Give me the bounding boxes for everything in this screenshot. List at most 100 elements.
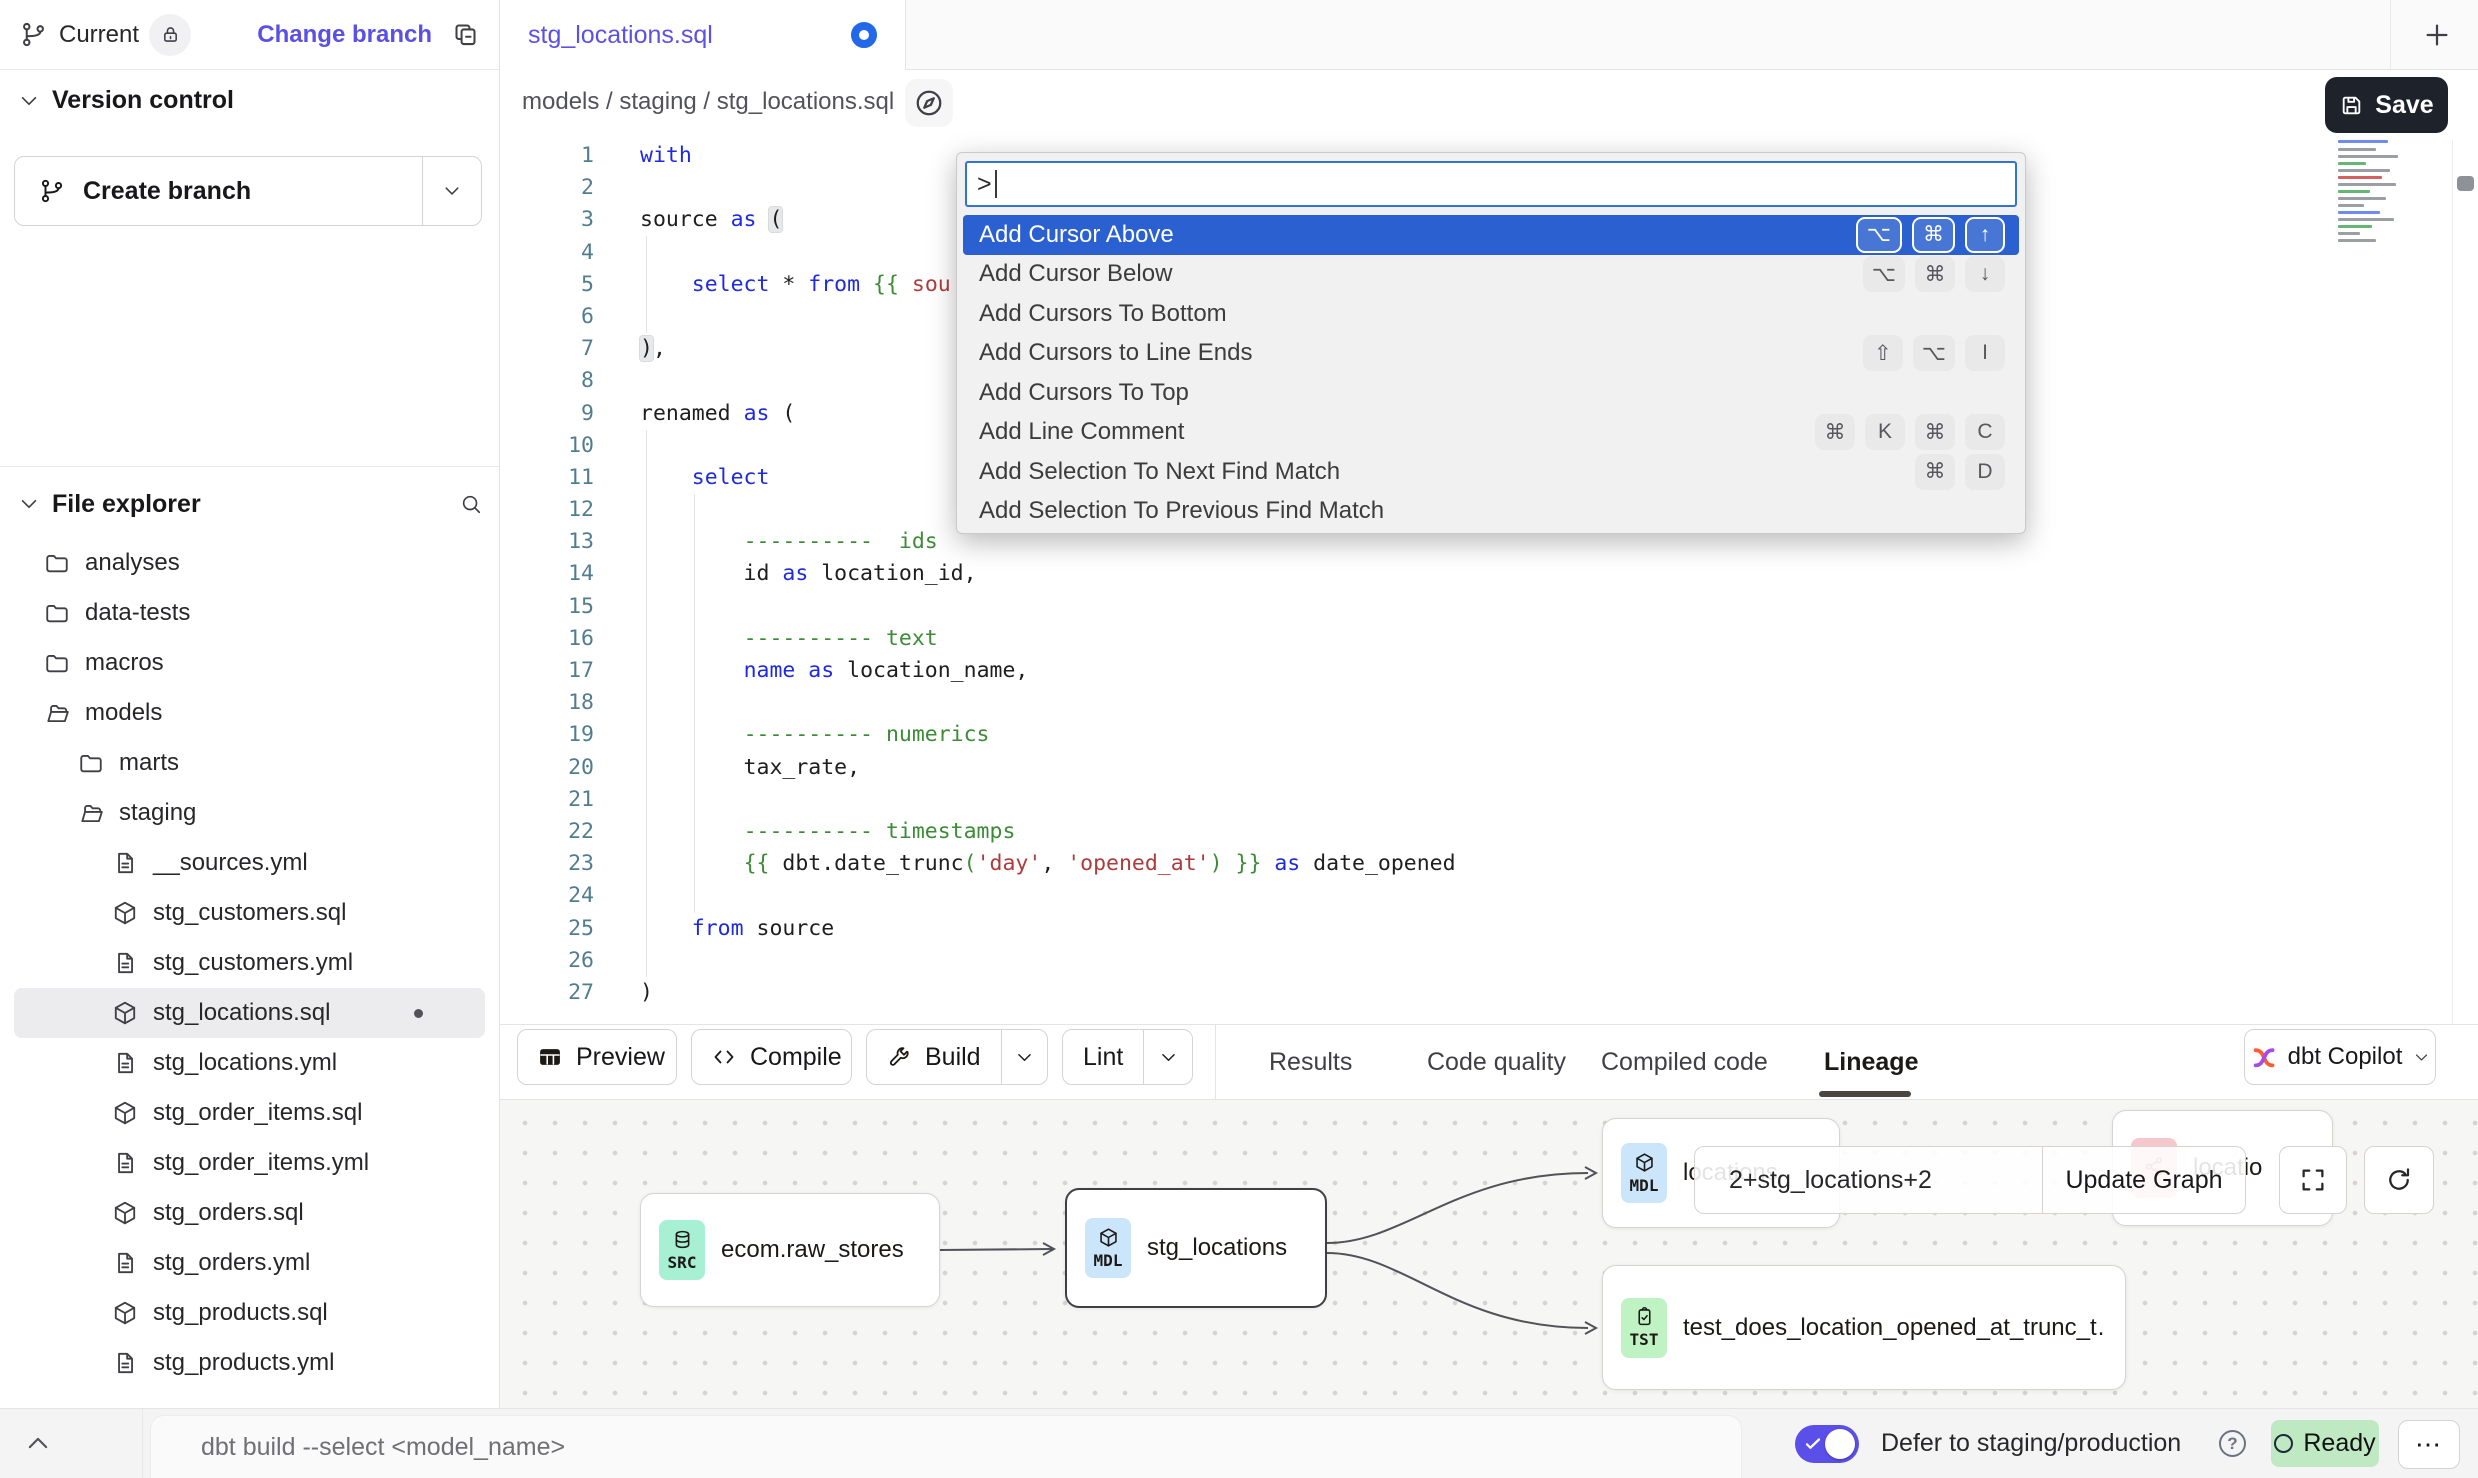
command-input-region[interactable]: dbt build --select <model_name> xyxy=(150,1415,1742,1478)
lineage-node-stg-locations[interactable]: MDL stg_locations xyxy=(1065,1188,1327,1308)
more-options-button[interactable]: ⋯ xyxy=(2398,1420,2460,1469)
save-button[interactable]: Save xyxy=(2325,77,2448,133)
key-cap: ⇧ xyxy=(1863,335,1903,371)
compass-icon xyxy=(914,88,944,118)
file-label: models xyxy=(85,699,162,727)
line-number-gutter: 1234567891011121314151617181920212223242… xyxy=(500,140,594,1009)
help-icon[interactable]: ? xyxy=(2219,1430,2246,1457)
file-item-stg_orders.yml[interactable]: stg_orders.yml xyxy=(14,1238,485,1288)
file-icon xyxy=(112,1350,138,1376)
lineage-node-test[interactable]: TST test_does_location_opened_at_trunc_t… xyxy=(1602,1265,2126,1390)
selector-value: 2+stg_locations+2 xyxy=(1729,1166,1932,1195)
file-label: stg_customers.yml xyxy=(153,949,353,977)
active-tab-underline xyxy=(1819,1091,1911,1097)
lineage-selector-input[interactable]: 2+stg_locations+2 xyxy=(1694,1146,2042,1214)
file-label: staging xyxy=(119,799,196,827)
copy-icon[interactable] xyxy=(452,21,479,48)
tab-stg-locations-sql[interactable]: stg_locations.sql xyxy=(500,0,906,70)
editor-minimap[interactable] xyxy=(2338,140,2410,258)
command-item[interactable]: Add Cursors to Line Ends⇧⌥I xyxy=(963,334,2019,374)
shortcut-keys: ⌥⌘↑ xyxy=(1856,217,2005,253)
folder-open-icon xyxy=(78,800,104,826)
command-item[interactable]: Add Cursors To Bottom xyxy=(963,294,2019,334)
file-explorer-section-header[interactable]: File explorer xyxy=(18,482,482,526)
command-item[interactable]: Add Cursor Below⌥⌘↓ xyxy=(963,255,2019,295)
search-icon[interactable] xyxy=(460,493,482,515)
preview-button[interactable]: Preview xyxy=(517,1029,677,1085)
cube-icon xyxy=(1098,1227,1119,1248)
code-line: ---------- text xyxy=(640,623,1456,655)
lineage-node-source[interactable]: SRC ecom.raw_stores xyxy=(640,1193,940,1307)
build-dropdown[interactable] xyxy=(1001,1030,1047,1084)
file-label: stg_orders.sql xyxy=(153,1199,304,1227)
tab-code-quality[interactable]: Code quality xyxy=(1427,1025,1566,1099)
file-item-stg_customers.sql[interactable]: stg_customers.sql xyxy=(14,888,485,938)
code-line xyxy=(640,591,1456,623)
tab-lineage[interactable]: Lineage xyxy=(1824,1025,1918,1099)
file-item-stg_order_items.yml[interactable]: stg_order_items.yml xyxy=(14,1138,485,1188)
breadcrumb: models / staging / stg_locations.sql xyxy=(522,88,894,116)
key-cap: ↑ xyxy=(1965,217,2005,253)
command-item[interactable]: Add Line Comment⌘K⌘C xyxy=(963,413,2019,453)
code-line xyxy=(640,945,1456,977)
node-label: ecom.raw_stores xyxy=(721,1236,904,1264)
chevron-up-icon[interactable] xyxy=(24,1429,52,1457)
floppy-save-icon xyxy=(2339,93,2364,118)
file-item-staging[interactable]: staging xyxy=(14,788,485,838)
code-line: ---------- timestamps xyxy=(640,816,1456,848)
file-item-macros[interactable]: macros xyxy=(14,638,485,688)
indent-guide xyxy=(646,430,647,977)
file-item-stg_products.yml[interactable]: stg_products.yml xyxy=(14,1338,485,1388)
build-button[interactable]: Build xyxy=(866,1029,1048,1085)
dbt-copilot-button[interactable]: dbt Copilot xyxy=(2244,1029,2436,1085)
source-badge: SRC xyxy=(659,1220,705,1280)
defer-toggle[interactable] xyxy=(1795,1425,1859,1463)
update-graph-button[interactable]: Update Graph xyxy=(2042,1146,2246,1214)
lint-dropdown[interactable] xyxy=(1143,1030,1192,1084)
fullscreen-button[interactable] xyxy=(2279,1146,2347,1214)
create-branch-button[interactable]: Create branch xyxy=(14,156,482,226)
version-control-section-header[interactable]: Version control xyxy=(18,86,234,115)
unsaved-changes-dot xyxy=(851,22,877,48)
lint-button[interactable]: Lint xyxy=(1062,1029,1193,1085)
chevron-down-icon xyxy=(1015,1048,1034,1067)
file-item-analyses[interactable]: analyses xyxy=(14,538,485,588)
file-item-stg_order_items.sql[interactable]: stg_order_items.sql xyxy=(14,1088,485,1138)
preview-label: Preview xyxy=(576,1043,665,1072)
scrollbar-thumb[interactable] xyxy=(2457,176,2474,191)
command-item[interactable]: Add Selection To Previous Find Match xyxy=(963,492,2019,532)
command-item[interactable]: Add Selection To Next Find Match⌘D xyxy=(963,452,2019,492)
compile-label: Compile xyxy=(750,1043,842,1072)
create-branch-main[interactable]: Create branch xyxy=(15,157,422,225)
file-label: data-tests xyxy=(85,599,190,627)
tab-compiled-code[interactable]: Compiled code xyxy=(1601,1025,1768,1099)
ready-status-badge[interactable]: Ready xyxy=(2271,1420,2379,1467)
new-tab-plus-icon[interactable] xyxy=(2422,20,2452,50)
file-item-marts[interactable]: marts xyxy=(14,738,485,788)
change-branch-link[interactable]: Change branch xyxy=(257,21,432,49)
file-item-models[interactable]: models xyxy=(14,688,485,738)
file-item-stg_orders.sql[interactable]: stg_orders.sql xyxy=(14,1188,485,1238)
explore-compass-button[interactable] xyxy=(905,79,953,127)
file-item-stg_locations.yml[interactable]: stg_locations.yml xyxy=(14,1038,485,1088)
command-palette-input[interactable]: > xyxy=(965,161,2017,207)
tab-results[interactable]: Results xyxy=(1269,1025,1352,1099)
lineage-canvas[interactable]: SRC ecom.raw_stores MDL stg_locations MD… xyxy=(500,1100,2478,1408)
file-item-stg_customers.yml[interactable]: stg_customers.yml xyxy=(14,938,485,988)
refresh-button[interactable] xyxy=(2364,1146,2434,1214)
file-item-stg_products.sql[interactable]: stg_products.sql xyxy=(14,1288,485,1338)
scrollbar-track xyxy=(2452,140,2453,1024)
create-branch-dropdown[interactable] xyxy=(422,157,481,225)
chevron-down-icon xyxy=(18,493,40,515)
file-item-stg_locations.sql[interactable]: stg_locations.sql xyxy=(14,988,485,1038)
file-item-__sources.yml[interactable]: __sources.yml xyxy=(14,838,485,888)
git-branch-icon xyxy=(20,21,47,48)
file-icon xyxy=(112,950,138,976)
key-cap: ⌥ xyxy=(1856,217,1902,253)
command-item[interactable]: Add Cursors To Top xyxy=(963,373,2019,413)
check-icon xyxy=(1804,1435,1822,1453)
command-item[interactable]: Add Cursor Above⌥⌘↑ xyxy=(963,215,2019,255)
file-item-data-tests[interactable]: data-tests xyxy=(14,588,485,638)
code-line: id as location_id, xyxy=(640,558,1456,590)
compile-button[interactable]: Compile xyxy=(691,1029,852,1085)
